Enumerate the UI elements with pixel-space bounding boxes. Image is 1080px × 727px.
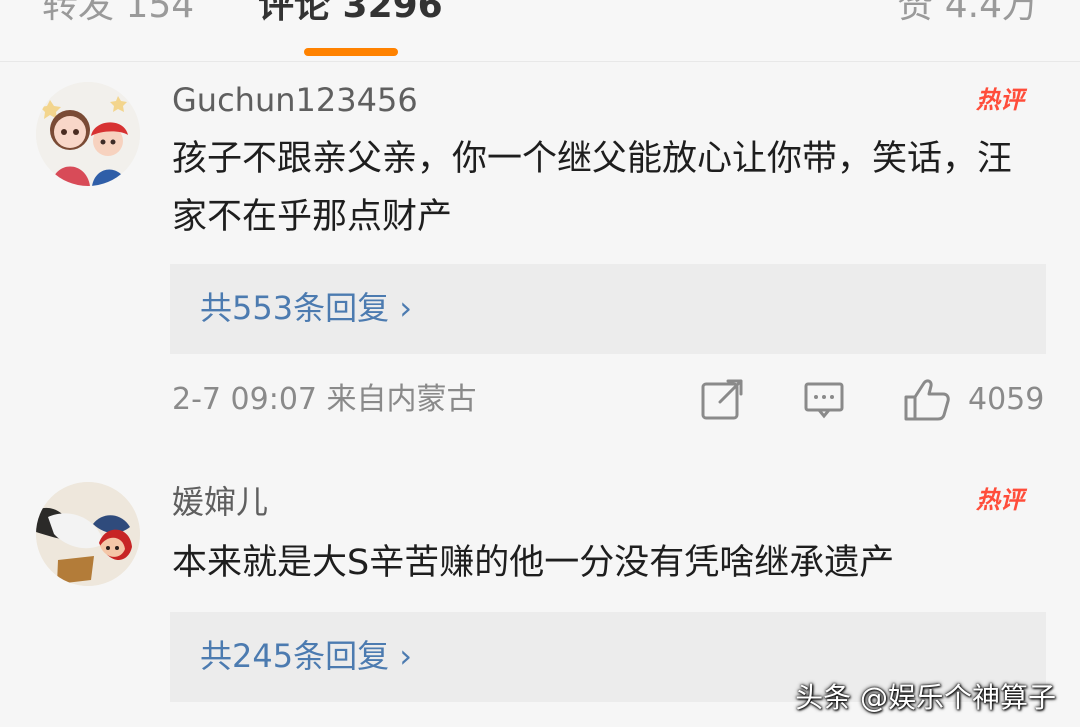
cartoon-couple-avatar-icon: [36, 82, 140, 186]
comment-meta: 2-7 09:07 来自内蒙古: [172, 382, 477, 417]
comment-item: Guchun123456 热评 孩子不跟亲父亲，你一个继父能放心让你带，笑话，汪…: [0, 62, 1080, 462]
tab-comments[interactable]: 评论 3296: [258, 0, 443, 28]
comment-icon[interactable]: [800, 376, 848, 424]
tab-repost[interactable]: 转发 154: [42, 0, 194, 28]
username[interactable]: 媛婶儿: [172, 482, 268, 522]
username[interactable]: Guchun123456: [172, 80, 418, 120]
share-icon[interactable]: [698, 376, 746, 424]
hot-comment-badge: 热评: [976, 86, 1024, 114]
like-count: 4059: [968, 382, 1045, 417]
thumbs-up-icon[interactable]: [902, 376, 952, 424]
hot-comment-badge: 热评: [976, 486, 1024, 514]
comment-text: 本来就是大S辛苦赚的他一分没有凭啥继承遗产: [172, 543, 895, 583]
avatar[interactable]: [36, 82, 140, 186]
tab-likes[interactable]: 赞 4.4万: [897, 0, 1038, 28]
watermark: 头条 @娱乐个神算子: [795, 681, 1056, 714]
reply-panel[interactable]: 共553条回复 ›: [170, 264, 1046, 354]
cartoon-character-avatar-icon: [36, 482, 140, 586]
comment-tabs: 转发 154 评论 3296 赞 4.4万: [0, 0, 1080, 62]
avatar[interactable]: [36, 482, 140, 586]
view-replies-link[interactable]: 共245条回复 ›: [200, 634, 412, 678]
active-tab-indicator: [304, 48, 398, 56]
view-replies-link[interactable]: 共553条回复 ›: [200, 286, 412, 330]
comment-text: 孩子不跟亲父亲，你一个继父能放心让你带，笑话，汪家不在乎那点财产: [172, 139, 1013, 237]
